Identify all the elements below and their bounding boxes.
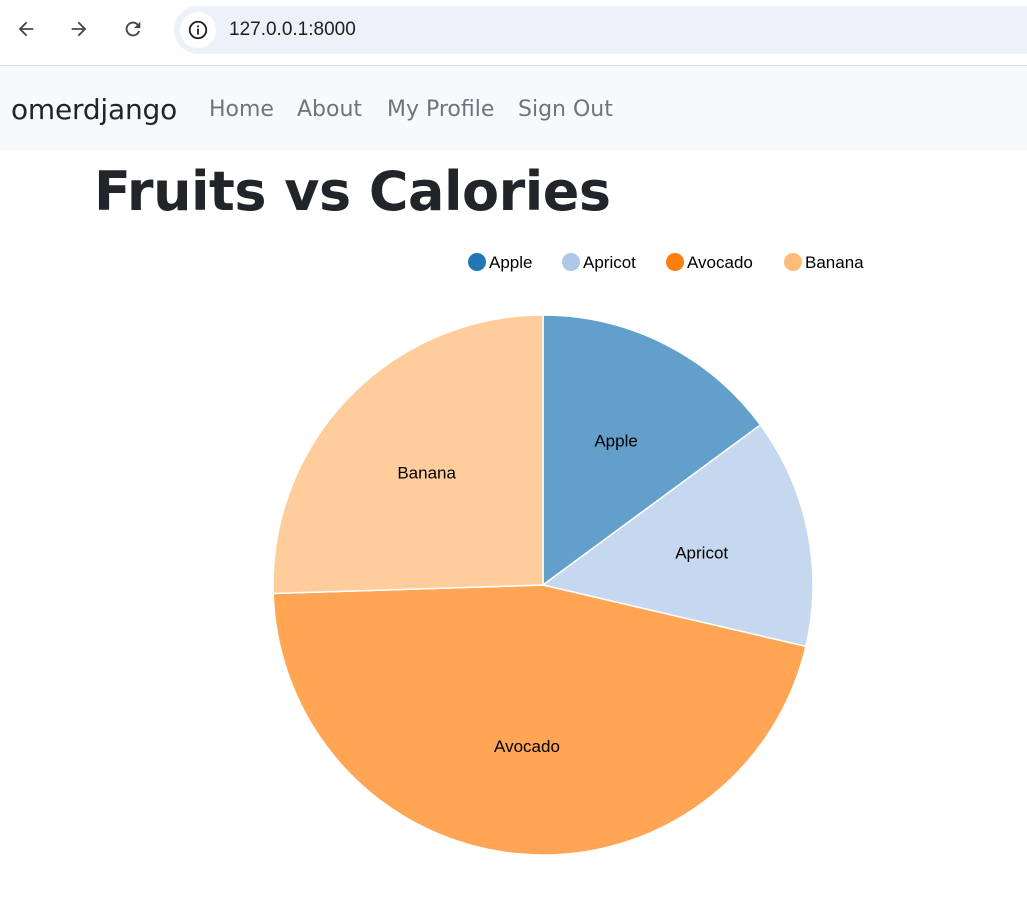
legend-label-apricot[interactable]: Apricot: [583, 253, 636, 272]
legend-label-banana[interactable]: Banana: [805, 253, 864, 272]
legend-swatch-apricot[interactable]: [562, 253, 580, 271]
pie-slices: [272, 314, 814, 856]
legend-swatch-avocado[interactable]: [666, 253, 684, 271]
pie-slice-banana[interactable]: [272, 314, 544, 595]
legend-swatch-banana[interactable]: [784, 253, 802, 271]
legend-swatch-apple[interactable]: [468, 253, 486, 271]
slice-label-banana: Banana: [397, 463, 456, 482]
slice-label-apricot: Apricot: [675, 543, 728, 562]
pie-chart: Apple Apricot Avocado Banana Apple Apricot Av…: [272, 253, 864, 856]
legend-label-avocado[interactable]: Avocado: [687, 253, 753, 272]
chart-legend: Apple Apricot Avocado Banana: [468, 253, 864, 272]
slice-label-avocado: Avocado: [494, 737, 560, 756]
legend-label-apple[interactable]: Apple: [489, 253, 532, 272]
slice-label-apple: Apple: [594, 431, 637, 450]
